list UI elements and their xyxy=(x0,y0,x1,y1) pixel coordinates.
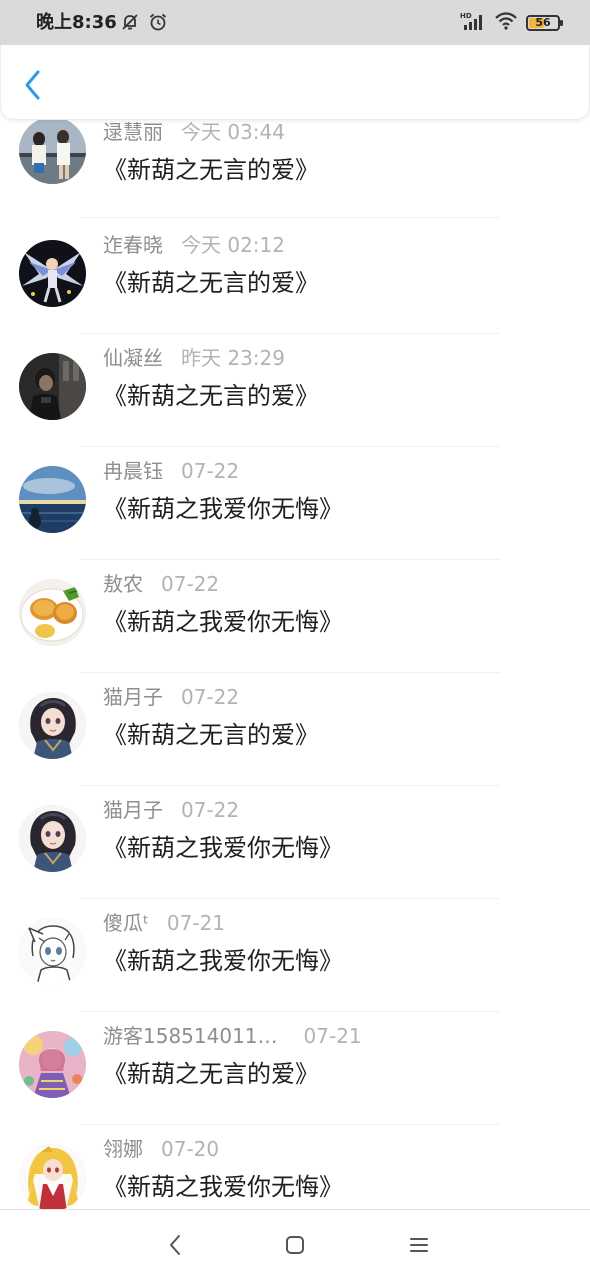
chevron-left-icon xyxy=(25,70,40,100)
nav-menu-icon xyxy=(410,1238,428,1252)
list-item-title: 《新葫之我爱你无悔》 xyxy=(103,1173,343,1201)
list-item-user: 敖农 xyxy=(103,572,143,596)
list-item-time: 今天 03:44 xyxy=(181,120,285,144)
list-item-user: 迮春晓 xyxy=(103,233,163,257)
header xyxy=(0,45,590,120)
list-item-title: 《新葫之我爱你无悔》 xyxy=(103,947,343,975)
list-item[interactable]: 冉晨钰 07-22 《新葫之我爱你无悔》 xyxy=(0,448,590,561)
avatar xyxy=(19,353,86,420)
list-item-time: 昨天 23:29 xyxy=(181,346,285,370)
status-icons-right: HD 56 xyxy=(460,11,563,35)
list-item[interactable]: 翎娜 07-20 《新葫之我爱你无悔》 xyxy=(0,1126,590,1209)
status-time: 晚上8:36 xyxy=(36,12,117,33)
divider xyxy=(80,446,500,447)
list-item-user: 猫月子 xyxy=(103,685,163,709)
avatar xyxy=(19,119,86,184)
list-item[interactable]: 逯慧丽 今天 03:44 《新葫之无言的爱》 xyxy=(0,119,590,222)
list-item-user: 冉晨钰 xyxy=(103,459,163,483)
divider xyxy=(80,559,500,560)
divider xyxy=(80,898,500,899)
list-item-meta: 迮春晓 今天 02:12 xyxy=(103,232,285,258)
list-item-meta: 冉晨钰 07-22 xyxy=(103,458,239,484)
list-item-user: 猫月子 xyxy=(103,798,163,822)
avatar xyxy=(19,918,86,985)
avatar xyxy=(19,579,86,646)
list-item-title: 《新葫之我爱你无悔》 xyxy=(103,834,343,862)
list-item-user: 游客158514011… xyxy=(103,1024,278,1048)
avatar xyxy=(19,1144,86,1209)
divider xyxy=(80,1011,500,1012)
list-item[interactable]: 猫月子 07-22 《新葫之无言的爱》 xyxy=(0,674,590,787)
battery-icon: 56 xyxy=(526,15,563,31)
navigation-bar xyxy=(0,1209,590,1281)
status-icons-left xyxy=(120,12,168,36)
list-item-meta: 逯慧丽 今天 03:44 xyxy=(103,119,285,145)
list-item-meta: 猫月子 07-22 xyxy=(103,684,239,710)
list-item-user: 仙凝丝 xyxy=(103,346,163,370)
list-item-meta: 猫月子 07-22 xyxy=(103,797,239,823)
list-item[interactable]: 傻瓜ᵗ 07-21 《新葫之我爱你无悔》 xyxy=(0,900,590,1013)
signal-hd-label: HD xyxy=(460,12,472,20)
avatar xyxy=(19,240,86,307)
list-item-title: 《新葫之无言的爱》 xyxy=(103,269,319,297)
nav-menu-button[interactable] xyxy=(404,1230,434,1260)
list-item-title: 《新葫之无言的爱》 xyxy=(103,1060,319,1088)
wifi-icon xyxy=(494,11,518,35)
alarm-clock-icon xyxy=(148,12,168,36)
list-item[interactable]: 猫月子 07-22 《新葫之我爱你无悔》 xyxy=(0,787,590,900)
list-item-user: 傻瓜ᵗ xyxy=(103,911,149,935)
nav-home-icon xyxy=(286,1236,304,1254)
list-item-time: 07-22 xyxy=(161,572,220,596)
list-item-meta: 傻瓜ᵗ 07-21 xyxy=(103,910,225,936)
nav-home-button[interactable] xyxy=(280,1230,310,1260)
list-item-time: 07-21 xyxy=(166,911,226,935)
list-item-time: 07-22 xyxy=(181,459,240,483)
list-item-time: 07-20 xyxy=(161,1137,220,1161)
mute-bell-icon xyxy=(120,12,140,36)
list-item-meta: 敖农 07-22 xyxy=(103,571,219,597)
list-item[interactable]: 游客158514011… 07-21 《新葫之无言的爱》 xyxy=(0,1013,590,1126)
status-bar: 晚上8:36 HD 56 xyxy=(0,0,590,45)
battery-level-text: 56 xyxy=(535,16,551,29)
history-list: 逯慧丽 今天 03:44 《新葫之无言的爱》 迮春晓 今天 02:12 《新葫之… xyxy=(0,119,590,1209)
divider xyxy=(80,1124,500,1125)
list-item-meta: 仙凝丝 昨天 23:29 xyxy=(103,345,285,371)
list-item-time: 07-21 xyxy=(303,1024,362,1048)
list-item-title: 《新葫之无言的爱》 xyxy=(103,382,319,410)
list-item-user: 翎娜 xyxy=(103,1137,143,1161)
divider xyxy=(80,333,500,334)
list-item[interactable]: 迮春晓 今天 02:12 《新葫之无言的爱》 xyxy=(0,222,590,335)
avatar xyxy=(19,692,86,759)
list-item-time: 07-22 xyxy=(181,798,240,822)
divider xyxy=(80,672,500,673)
divider xyxy=(80,217,500,218)
back-button[interactable] xyxy=(13,65,53,105)
divider xyxy=(80,785,500,786)
avatar xyxy=(19,805,86,872)
list-item-user: 逯慧丽 xyxy=(103,120,163,144)
nav-back-button[interactable] xyxy=(160,1230,190,1260)
nav-back-icon xyxy=(170,1235,180,1255)
list-item-title: 《新葫之无言的爱》 xyxy=(103,721,319,749)
list-item-meta: 翎娜 07-20 xyxy=(103,1136,219,1162)
avatar xyxy=(19,1031,86,1098)
signal-icon: HD xyxy=(460,11,486,35)
list-item-title: 《新葫之我爱你无悔》 xyxy=(103,495,343,523)
list-item-meta: 游客158514011… 07-21 xyxy=(103,1023,362,1049)
list-item[interactable]: 敖农 07-22 《新葫之我爱你无悔》 xyxy=(0,561,590,674)
list-item-title: 《新葫之我爱你无悔》 xyxy=(103,608,343,636)
list-item-time: 07-22 xyxy=(181,685,240,709)
list-item-title: 《新葫之无言的爱》 xyxy=(103,156,319,184)
avatar xyxy=(19,466,86,533)
list-item[interactable]: 仙凝丝 昨天 23:29 《新葫之无言的爱》 xyxy=(0,335,590,448)
list-item-time: 今天 02:12 xyxy=(181,233,285,257)
